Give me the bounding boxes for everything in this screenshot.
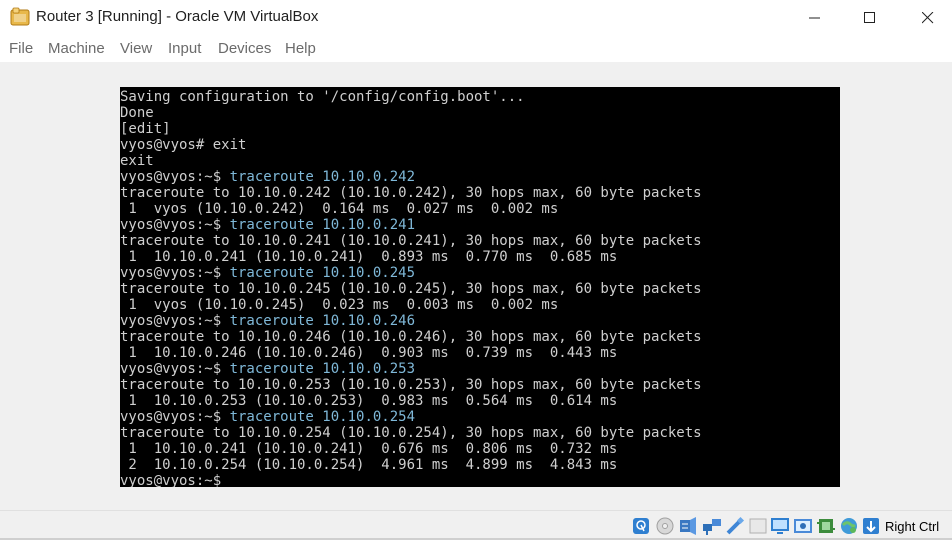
usb-icon[interactable]	[725, 516, 745, 536]
maximize-button[interactable]	[847, 0, 893, 35]
network-globe-icon[interactable]	[839, 516, 859, 536]
menu-view[interactable]: View	[120, 40, 152, 57]
console-line-text: traceroute to 10.10.0.254 (10.10.0.254),…	[120, 425, 702, 441]
console-line-text: 1 10.10.0.246 (10.10.0.246) 0.903 ms 0.7…	[120, 345, 618, 361]
console-line-text: 2 10.10.0.254 (10.10.0.254) 4.961 ms 4.8…	[120, 457, 618, 473]
console-line-text: exit	[120, 153, 154, 169]
console-command: traceroute 10.10.0.253	[229, 361, 416, 377]
menu-machine[interactable]: Machine	[48, 40, 105, 57]
console-line-text: traceroute to 10.10.0.245 (10.10.0.245),…	[120, 281, 702, 297]
console-line-text: traceroute to 10.10.0.253 (10.10.0.253),…	[120, 377, 702, 393]
menu-input[interactable]: Input	[168, 40, 201, 57]
console-line-text: 1 10.10.0.241 (10.10.0.241) 0.676 ms 0.8…	[120, 441, 618, 457]
console-line-text: vyos@vyos:~$	[120, 409, 230, 425]
console-line-text: Saving configuration to '/config/config.…	[120, 89, 525, 105]
console-line-text: traceroute to 10.10.0.246 (10.10.0.246),…	[120, 329, 702, 345]
keyboard-capture-icon[interactable]	[861, 516, 881, 536]
console-line-text: 1 vyos (10.10.0.242) 0.164 ms 0.027 ms 0…	[120, 201, 559, 217]
host-key-label: Right Ctrl	[885, 519, 940, 534]
status-bar: Right Ctrl	[0, 510, 952, 540]
console-line: vyos@vyos:~$ traceroute 10.10.0.245	[120, 265, 702, 281]
console-command: traceroute 10.10.0.246	[229, 313, 416, 329]
title-bar[interactable]: Router 3 [Running] - Oracle VM VirtualBo…	[0, 0, 952, 35]
console-line: traceroute to 10.10.0.254 (10.10.0.254),…	[120, 425, 702, 441]
console-line-text: vyos@vyos:~$	[120, 361, 230, 377]
console-line-text: vyos@vyos:~$	[120, 169, 230, 185]
console-line-text: vyos@vyos# exit	[120, 137, 247, 153]
console-line-text: 1 vyos (10.10.0.245) 0.023 ms 0.003 ms 0…	[120, 297, 559, 313]
cpu-icon[interactable]	[816, 516, 836, 536]
console-line: exit	[120, 153, 702, 169]
console-line: vyos@vyos:~$ traceroute 10.10.0.241	[120, 217, 702, 233]
audio-icon[interactable]	[678, 516, 698, 536]
console-line: [edit]	[120, 121, 702, 137]
recording-icon[interactable]	[793, 516, 813, 536]
console-line-text: traceroute to 10.10.0.242 (10.10.0.242),…	[120, 185, 702, 201]
maximize-icon	[864, 11, 875, 23]
console-line-text: Done	[120, 105, 154, 121]
console-line: traceroute to 10.10.0.246 (10.10.0.246),…	[120, 329, 702, 345]
console-line-text: vyos@vyos:~$	[120, 265, 230, 281]
close-button[interactable]	[905, 0, 951, 35]
console-line: traceroute to 10.10.0.253 (10.10.0.253),…	[120, 377, 702, 393]
console-line: Saving configuration to '/config/config.…	[120, 89, 702, 105]
menu-bar: File Machine View Input Devices Help	[0, 36, 952, 62]
console-line-text: vyos@vyos:~$	[120, 313, 230, 329]
console-line: 1 10.10.0.253 (10.10.0.253) 0.983 ms 0.5…	[120, 393, 702, 409]
network-icon[interactable]	[702, 516, 722, 536]
virtualbox-app-icon	[10, 7, 30, 27]
window-title: Router 3 [Running] - Oracle VM VirtualBo…	[36, 8, 319, 25]
console-output: Saving configuration to '/config/config.…	[120, 89, 702, 487]
console-line: vyos@vyos:~$ traceroute 10.10.0.254	[120, 409, 702, 425]
console-line: 1 vyos (10.10.0.242) 0.164 ms 0.027 ms 0…	[120, 201, 702, 217]
console-line: traceroute to 10.10.0.241 (10.10.0.241),…	[120, 233, 702, 249]
vm-console[interactable]: Saving configuration to '/config/config.…	[120, 87, 840, 487]
console-line: vyos@vyos:~$ traceroute 10.10.0.253	[120, 361, 702, 377]
console-line-text: 1 10.10.0.253 (10.10.0.253) 0.983 ms 0.5…	[120, 393, 618, 409]
console-line: traceroute to 10.10.0.245 (10.10.0.245),…	[120, 281, 702, 297]
console-line: vyos@vyos:~$	[120, 473, 702, 487]
console-command: traceroute 10.10.0.254	[229, 409, 416, 425]
console-line-text: vyos@vyos:~$	[120, 217, 230, 233]
display-icon[interactable]	[770, 516, 790, 536]
console-line: vyos@vyos# exit	[120, 137, 702, 153]
console-line-text: traceroute to 10.10.0.241 (10.10.0.241),…	[120, 233, 702, 249]
menu-devices[interactable]: Devices	[218, 40, 271, 57]
console-line: 2 10.10.0.254 (10.10.0.254) 4.961 ms 4.8…	[120, 457, 702, 473]
console-line-text: 1 10.10.0.241 (10.10.0.241) 0.893 ms 0.7…	[120, 249, 618, 265]
minimize-icon	[809, 17, 820, 18]
console-line-text: [edit]	[120, 121, 171, 137]
menu-help[interactable]: Help	[285, 40, 316, 57]
minimize-button[interactable]	[792, 0, 838, 35]
console-line: vyos@vyos:~$ traceroute 10.10.0.242	[120, 169, 702, 185]
optical-drive-icon[interactable]	[655, 516, 675, 536]
console-line: 1 10.10.0.246 (10.10.0.246) 0.903 ms 0.7…	[120, 345, 702, 361]
console-line: 1 vyos (10.10.0.245) 0.023 ms 0.003 ms 0…	[120, 297, 702, 313]
close-icon	[922, 11, 934, 23]
shared-folders-icon[interactable]	[748, 516, 768, 536]
console-line: vyos@vyos:~$ traceroute 10.10.0.246	[120, 313, 702, 329]
menu-file[interactable]: File	[9, 40, 33, 57]
console-command: traceroute 10.10.0.245	[229, 265, 416, 281]
console-line: 1 10.10.0.241 (10.10.0.241) 0.676 ms 0.8…	[120, 441, 702, 457]
console-line: Done	[120, 105, 702, 121]
console-command: traceroute 10.10.0.242	[229, 169, 416, 185]
console-line: 1 10.10.0.241 (10.10.0.241) 0.893 ms 0.7…	[120, 249, 702, 265]
hard-disk-icon[interactable]	[631, 516, 651, 536]
console-command: traceroute 10.10.0.241	[229, 217, 416, 233]
console-line-text: vyos@vyos:~$	[120, 473, 222, 487]
console-line: traceroute to 10.10.0.242 (10.10.0.242),…	[120, 185, 702, 201]
